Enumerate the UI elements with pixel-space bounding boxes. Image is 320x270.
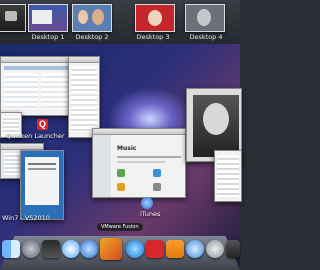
desktop-3-thumbnail[interactable] [135,4,175,32]
dashboard-thumbnail[interactable] [0,4,26,32]
ie-icon[interactable] [126,240,144,258]
person-photo [203,103,229,135]
desktop-4-thumbnail[interactable] [185,4,225,32]
finder-icon[interactable] [2,240,20,258]
launchpad-icon[interactable] [22,240,40,258]
itunes-window[interactable]: Music [92,128,186,198]
window-preview [32,10,52,24]
itunes-heading: Music [117,145,137,152]
person-photo [92,9,104,25]
spaces-bar: Desktop 1 Desktop 2 Desktop 3 Desktop 4 [0,0,240,44]
app-store-icon[interactable] [186,240,204,258]
side-window[interactable] [214,150,242,202]
mission-control-icon[interactable] [42,240,60,258]
itunes-dock-icon[interactable] [80,240,98,258]
person-photo [197,9,211,26]
vm-desktop-window[interactable] [20,150,64,220]
desktop-2-thumbnail[interactable] [72,4,112,32]
dock-tooltip: VMware Fusion [97,223,143,231]
desktop-1-thumbnail[interactable] [28,4,68,32]
desktop-2-label: Desktop 2 [75,33,109,41]
widget-icon [5,11,17,21]
person-photo [78,10,88,24]
itunes-window-label: iTunes [140,210,161,218]
dock-extra-icon[interactable] [226,240,240,258]
vm-window-label: Win7 - VS2010 [2,214,50,222]
desktop-1-label: Desktop 1 [31,33,65,41]
safari-icon[interactable] [62,240,80,258]
quicken-window-2[interactable] [68,56,100,138]
account-list [4,73,38,109]
quicken-icon: Q [37,119,48,130]
sublime-icon[interactable] [166,240,184,258]
quicken-dock-icon[interactable] [146,240,164,258]
person-photo [148,10,162,26]
quicken-window-label: Quicken Launcher [6,132,65,140]
system-prefs-icon[interactable] [206,240,224,258]
vmware-fusion-icon[interactable] [100,238,122,260]
desktop-3-label: Desktop 3 [136,33,170,41]
itunes-icon [141,197,153,209]
desktop-4-label: Desktop 4 [189,33,223,41]
itunes-sidebar [93,135,111,197]
